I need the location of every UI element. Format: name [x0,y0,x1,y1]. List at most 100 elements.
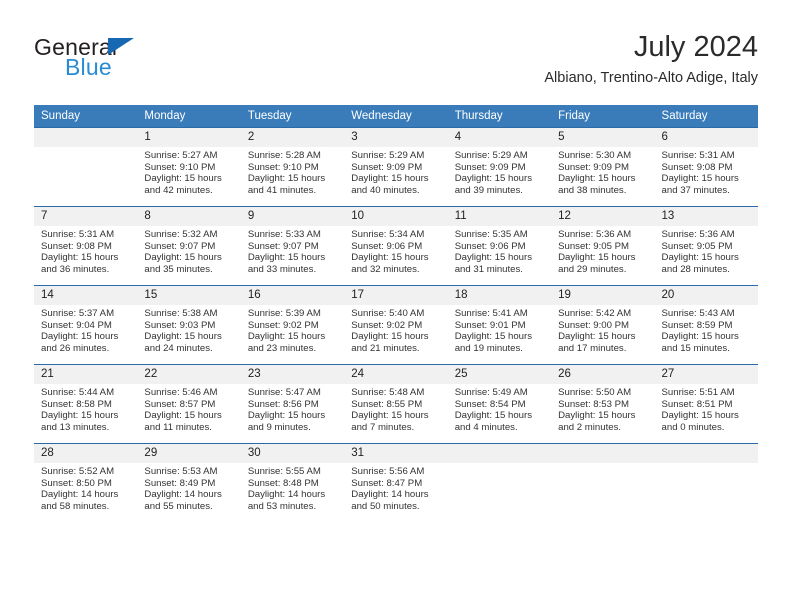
calendar-day-cell[interactable]: 14 Sunrise: 5:37 AM Sunset: 9:04 PM Dayligh… [34,285,138,365]
calendar-day-cell[interactable]: 2 Sunrise: 5:28 AM Sunset: 9:10 PM Daylight… [240,127,345,207]
sunset-text: Sunset: 9:09 PM [558,161,630,173]
calendar-day-cell[interactable]: 22 Sunrise: 5:46 AM Sunset: 8:57 PM Dayligh… [137,364,241,444]
daylight-text-line1: Daylight: 15 hours [661,252,739,264]
daylight-text-line1: Daylight: 15 hours [454,252,533,264]
day-number: 16 [240,286,345,305]
daylight-text-line1: Daylight: 15 hours [247,410,326,422]
calendar-day-cell[interactable]: 26 Sunrise: 5:50 AM Sunset: 8:53 PM Dayligh… [551,364,655,444]
calendar-day-cell[interactable]: 18 Sunrise: 5:41 AM Sunset: 9:01 PM Dayligh… [447,285,552,365]
sunrise-text: Sunrise: 5:49 AM [454,387,528,398]
daylight-text-line1: Daylight: 15 hours [351,410,429,422]
calendar-week-row: 7 Sunrise: 5:31 AM Sunset: 9:08 PM Daylight… [34,206,758,286]
sunset-text: Sunset: 9:06 PM [454,240,526,252]
calendar-day-cell[interactable]: 20 Sunrise: 5:43 AM Sunset: 8:59 PM Dayligh… [654,285,758,365]
calendar-day-cell[interactable]: 7 Sunrise: 5:31 AM Sunset: 9:08 PM Daylight… [34,206,138,286]
sunrise-text: Sunrise: 5:40 AM [351,308,425,319]
daylight-text-line2: and 42 minutes. [144,184,213,196]
calendar-day-cell[interactable]: 30 Sunrise: 5:55 AM Sunset: 8:48 PM Dayligh… [240,443,345,522]
title-block: July 2024 Albiano, Trentino-Alto Adige, … [544,30,758,88]
sunset-text: Sunset: 9:02 PM [351,319,423,331]
daylight-text-line2: and 7 minutes. [351,421,415,433]
sunrise-text: Sunrise: 5:53 AM [144,466,218,477]
sunset-text: Sunset: 9:06 PM [351,240,423,252]
day-number: 19 [551,286,655,305]
day-details: Sunrise: 5:44 AM Sunset: 8:58 PM Daylight:… [34,384,137,433]
calendar-day-cell[interactable]: 21 Sunrise: 5:44 AM Sunset: 8:58 PM Dayligh… [34,364,138,444]
day-details: Sunrise: 5:56 AM Sunset: 8:47 PM Daylight:… [344,463,447,512]
calendar-day-cell[interactable]: 8 Sunrise: 5:32 AM Sunset: 9:07 PM Daylight… [137,206,241,286]
daylight-text-line1: Daylight: 14 hours [247,489,326,501]
calendar-day-cell[interactable]: 12 Sunrise: 5:36 AM Sunset: 9:05 PM Dayligh… [551,206,655,286]
day-number: 23 [240,365,345,384]
calendar-day-cell[interactable]: 28 Sunrise: 5:52 AM Sunset: 8:50 PM Dayligh… [34,443,138,522]
sunrise-text: Sunrise: 5:44 AM [41,387,115,398]
weekday-header-thursday: Thursday [447,105,552,128]
day-number: 29 [137,444,241,463]
day-number: 5 [551,128,655,147]
sunset-text: Sunset: 8:49 PM [144,477,216,489]
day-number [447,444,552,463]
sunset-text: Sunset: 9:10 PM [247,161,319,173]
weekday-header-saturday: Saturday [654,105,758,128]
daylight-text-line1: Daylight: 15 hours [661,331,739,343]
calendar-day-cell[interactable]: 3 Sunrise: 5:29 AM Sunset: 9:09 PM Daylight… [344,127,448,207]
sunrise-text: Sunrise: 5:34 AM [351,229,425,240]
sunrise-text: Sunrise: 5:31 AM [661,150,735,161]
general-blue-logo: General Blue [34,34,254,90]
day-details: Sunrise: 5:55 AM Sunset: 8:48 PM Daylight:… [241,463,344,512]
daylight-text-line1: Daylight: 15 hours [454,331,533,343]
daylight-text-line2: and 0 minutes. [661,421,725,433]
calendar-day-cell[interactable]: 27 Sunrise: 5:51 AM Sunset: 8:51 PM Dayligh… [654,364,758,444]
day-details: Sunrise: 5:34 AM Sunset: 9:06 PM Daylight:… [344,226,447,275]
sunset-text: Sunset: 8:59 PM [661,319,733,331]
sunset-text: Sunset: 9:04 PM [41,319,112,331]
day-number: 24 [344,365,448,384]
calendar-page: General Blue July 2024 Albiano, Trentino… [0,0,792,612]
calendar-day-cell[interactable]: 10 Sunrise: 5:34 AM Sunset: 9:06 PM Dayligh… [344,206,448,286]
sunset-text: Sunset: 9:10 PM [144,161,216,173]
sunset-text: Sunset: 8:51 PM [661,398,733,410]
calendar-day-cell[interactable]: 23 Sunrise: 5:47 AM Sunset: 8:56 PM Dayligh… [240,364,345,444]
sunrise-text: Sunrise: 5:43 AM [661,308,735,319]
day-details: Sunrise: 5:33 AM Sunset: 9:07 PM Daylight:… [241,226,344,275]
calendar-day-cell[interactable]: 11 Sunrise: 5:35 AM Sunset: 9:06 PM Dayligh… [447,206,552,286]
weekday-header-tuesday: Tuesday [240,105,345,128]
calendar-day-cell[interactable]: 31 Sunrise: 5:56 AM Sunset: 8:47 PM Dayligh… [344,443,448,522]
daylight-text-line1: Daylight: 15 hours [247,331,326,343]
day-details: Sunrise: 5:28 AM Sunset: 9:10 PM Daylight:… [241,147,344,196]
calendar-day-cell[interactable]: 15 Sunrise: 5:38 AM Sunset: 9:03 PM Dayligh… [137,285,241,365]
calendar-day-cell[interactable]: 9 Sunrise: 5:33 AM Sunset: 9:07 PM Daylight… [240,206,345,286]
day-details: Sunrise: 5:31 AM Sunset: 9:08 PM Daylight:… [655,147,758,196]
day-number: 18 [447,286,552,305]
calendar-day-cell[interactable]: 6 Sunrise: 5:31 AM Sunset: 9:08 PM Daylight… [654,127,758,207]
day-number: 15 [137,286,241,305]
weekday-header-friday: Friday [551,105,655,128]
daylight-text-line1: Daylight: 15 hours [144,410,222,422]
calendar-day-cell[interactable]: 24 Sunrise: 5:48 AM Sunset: 8:55 PM Dayligh… [344,364,448,444]
daylight-text-line1: Daylight: 15 hours [558,331,636,343]
day-details: Sunrise: 5:46 AM Sunset: 8:57 PM Daylight:… [137,384,240,433]
sunrise-text: Sunrise: 5:52 AM [41,466,115,477]
page-title: July 2024 [633,31,758,63]
calendar-week-row: 28 Sunrise: 5:52 AM Sunset: 8:50 PM Dayligh… [34,443,758,522]
sunset-text: Sunset: 9:07 PM [144,240,216,252]
calendar-day-cell[interactable]: 16 Sunrise: 5:39 AM Sunset: 9:02 PM Dayligh… [240,285,345,365]
calendar-header-row-group: Sunday Monday Tuesday Wednesday Thursday… [34,105,758,128]
calendar-day-cell-empty [34,127,138,207]
daylight-text-line2: and 4 minutes. [454,421,518,433]
calendar-day-cell[interactable]: 5 Sunrise: 5:30 AM Sunset: 9:09 PM Daylight… [551,127,655,207]
sunset-text: Sunset: 9:09 PM [454,161,526,173]
calendar-day-cell[interactable]: 29 Sunrise: 5:53 AM Sunset: 8:49 PM Dayligh… [137,443,241,522]
daylight-text-line2: and 17 minutes. [558,342,627,354]
daylight-text-line2: and 36 minutes. [41,263,110,275]
calendar-day-cell[interactable]: 1 Sunrise: 5:27 AM Sunset: 9:10 PM Daylight… [137,127,241,207]
calendar-day-cell[interactable]: 4 Sunrise: 5:29 AM Sunset: 9:09 PM Daylight… [447,127,552,207]
calendar-day-cell[interactable]: 13 Sunrise: 5:36 AM Sunset: 9:05 PM Dayligh… [654,206,758,286]
day-number: 4 [447,128,552,147]
calendar-day-cell[interactable]: 25 Sunrise: 5:49 AM Sunset: 8:54 PM Dayligh… [447,364,552,444]
day-details: Sunrise: 5:48 AM Sunset: 8:55 PM Daylight:… [344,384,447,433]
calendar-day-cell[interactable]: 19 Sunrise: 5:42 AM Sunset: 9:00 PM Dayligh… [551,285,655,365]
day-details: Sunrise: 5:29 AM Sunset: 9:09 PM Daylight:… [344,147,447,196]
daylight-text-line2: and 58 minutes. [41,500,110,512]
calendar-day-cell[interactable]: 17 Sunrise: 5:40 AM Sunset: 9:02 PM Dayligh… [344,285,448,365]
